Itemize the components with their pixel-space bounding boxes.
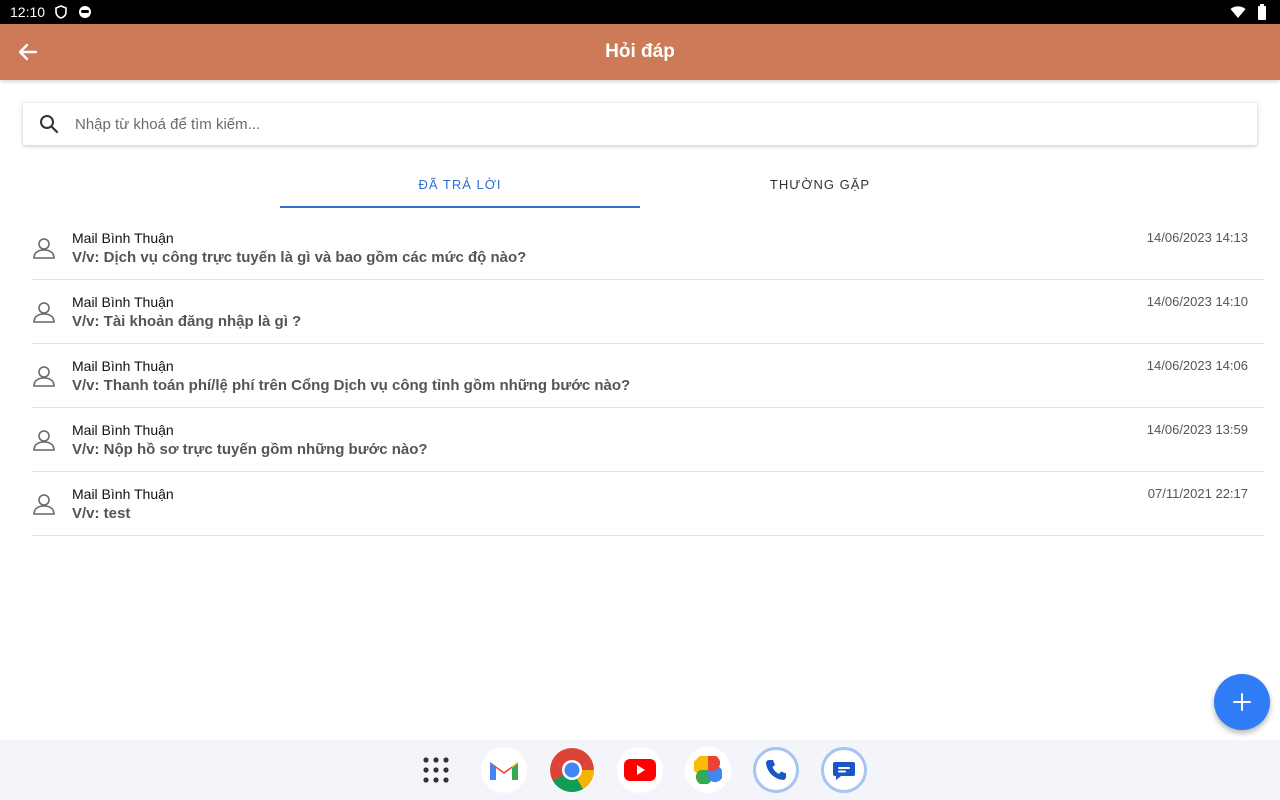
question-author: Mail Bình Thuận	[72, 230, 174, 246]
question-list: Mail Bình Thuận V/v: Dịch vụ công trực t…	[32, 216, 1264, 536]
gmail-icon[interactable]	[481, 747, 527, 793]
person-icon	[32, 364, 56, 388]
status-time: 12:10	[10, 4, 46, 20]
question-time: 14/06/2023 13:59	[1146, 422, 1248, 437]
question-subject: V/v: Nộp hồ sơ trực tuyến gồm những bước…	[72, 441, 428, 458]
person-icon	[32, 428, 56, 452]
question-subject: V/v: Dịch vụ công trực tuyến là gì và ba…	[72, 249, 527, 266]
question-author: Mail Bình Thuận	[72, 358, 174, 374]
tab-answered[interactable]: ĐÃ TRẢ LỜI	[280, 160, 640, 208]
plus-icon	[1233, 693, 1251, 711]
question-author: Mail Bình Thuận	[72, 422, 174, 438]
question-subject: V/v: test	[72, 505, 131, 522]
youtube-icon[interactable]	[617, 747, 663, 793]
search-icon	[23, 114, 75, 134]
question-time: 07/11/2021 22:17	[1147, 486, 1248, 501]
chrome-icon[interactable]	[549, 747, 595, 793]
phone-icon[interactable]	[753, 747, 799, 793]
question-time: 14/06/2023 14:10	[1146, 294, 1248, 309]
person-icon	[32, 236, 56, 260]
list-item[interactable]: Mail Bình Thuận V/v: Nộp hồ sơ trực tuyế…	[32, 408, 1264, 472]
question-time: 14/06/2023 14:13	[1146, 230, 1248, 245]
status-bar: 12:10	[0, 0, 1280, 24]
back-arrow-icon[interactable]	[12, 36, 44, 68]
app-dock	[0, 740, 1280, 800]
page-title: Hỏi đáp	[605, 41, 675, 62]
person-icon	[32, 492, 56, 516]
photos-icon[interactable]	[685, 747, 731, 793]
question-time: 14/06/2023 14:06	[1146, 358, 1248, 373]
list-item[interactable]: Mail Bình Thuận V/v: Tài khoản đăng nhập…	[32, 280, 1264, 344]
search-bar[interactable]	[23, 103, 1257, 145]
app-bar: Hỏi đáp	[0, 24, 1280, 80]
question-subject: V/v: Tài khoản đăng nhập là gì ?	[72, 313, 302, 330]
wifi-icon	[1230, 4, 1246, 20]
tab-bar: ĐÃ TRẢ LỜI THƯỜNG GẶP	[280, 160, 1000, 208]
question-subject: V/v: Thanh toán phí/lệ phí trên Cổng Dịc…	[72, 377, 631, 394]
search-input[interactable]	[75, 115, 1257, 133]
tab-frequent[interactable]: THƯỜNG GẶP	[640, 160, 1000, 208]
privacy-icon	[77, 4, 93, 20]
question-author: Mail Bình Thuận	[72, 486, 174, 502]
list-item[interactable]: Mail Bình Thuận V/v: Thanh toán phí/lệ p…	[32, 344, 1264, 408]
person-icon	[32, 300, 56, 324]
question-author: Mail Bình Thuận	[72, 294, 174, 310]
shield-icon	[53, 4, 69, 20]
battery-icon	[1254, 4, 1270, 20]
list-item[interactable]: Mail Bình Thuận V/v: Dịch vụ công trực t…	[32, 216, 1264, 280]
add-question-button[interactable]	[1214, 674, 1270, 730]
messages-icon[interactable]	[821, 747, 867, 793]
list-item[interactable]: Mail Bình Thuận V/v: test 07/11/2021 22:…	[32, 472, 1264, 536]
app-drawer-icon[interactable]	[413, 747, 459, 793]
